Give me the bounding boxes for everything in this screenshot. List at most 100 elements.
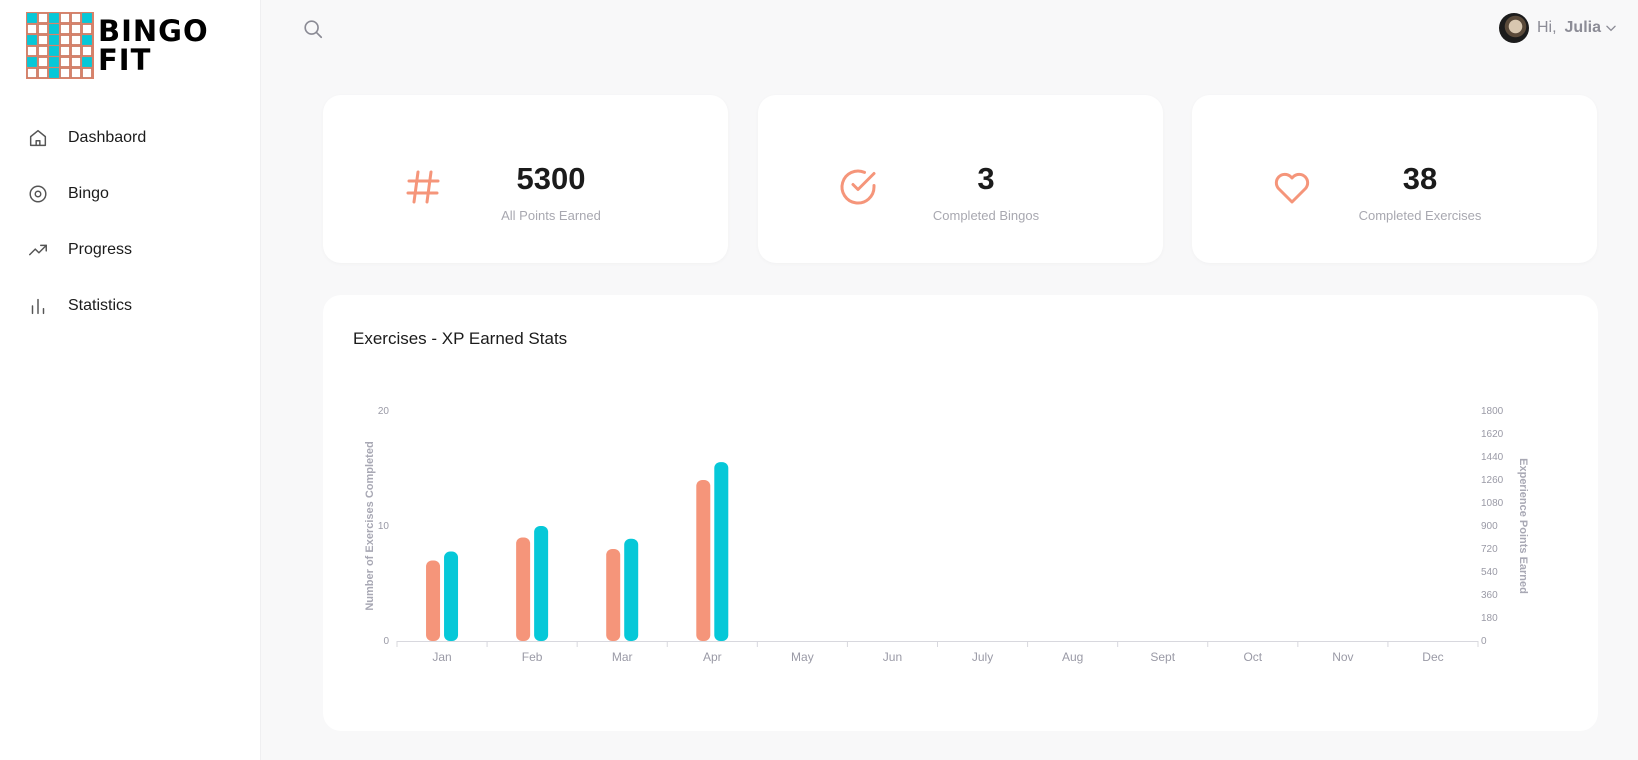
xp-bar[interactable] — [714, 462, 729, 641]
sidebar-item-dashboard[interactable]: Dashbaord — [0, 110, 261, 166]
logo-cell — [71, 13, 81, 23]
logo-cell — [82, 57, 92, 67]
logo-cell — [38, 24, 48, 34]
exercises-bar[interactable] — [696, 480, 711, 641]
logo-cell — [38, 35, 48, 45]
logo-text-line2: FIT — [98, 43, 152, 77]
logo-cell — [27, 24, 37, 34]
logo-cell — [49, 57, 59, 67]
user-name: Julia — [1564, 19, 1601, 36]
app-logo[interactable]: BINGO FIT — [26, 12, 226, 80]
logo-cell — [38, 13, 48, 23]
exercises-bar[interactable] — [606, 549, 621, 641]
stat-card-bingos: 3 Completed Bingos — [758, 95, 1163, 263]
x-tick-label: Dec — [1422, 650, 1443, 664]
target-icon — [29, 185, 47, 203]
stat-value: 3 — [977, 161, 995, 196]
logo-cell — [60, 46, 70, 56]
stat-label: All Points Earned — [501, 208, 601, 223]
sidebar-item-label: Progress — [68, 241, 133, 258]
logo-cell — [82, 35, 92, 45]
trending-up-icon — [29, 244, 47, 256]
logo-cell — [27, 46, 37, 56]
logo-cell — [82, 13, 92, 23]
sidebar-item-label: Bingo — [68, 185, 109, 202]
x-tick-label: Sept — [1150, 650, 1175, 664]
logo-cell — [49, 68, 59, 78]
chevron-down-icon — [1606, 25, 1616, 32]
logo-cell — [71, 35, 81, 45]
logo-cell — [60, 13, 70, 23]
stat-label: Completed Bingos — [932, 208, 1040, 223]
x-tick-label: July — [972, 650, 993, 664]
xp-bar-chart: Jan Feb Mar Apr May Jun July Aug Sept Oct Nov Dec 0 1… — [364, 406, 1529, 664]
logo-cell — [38, 46, 48, 56]
x-tick-label: Feb — [522, 650, 543, 664]
y-right-axis-title: Experience Points Earned — [1517, 458, 1529, 594]
x-tick-label: May — [791, 650, 814, 664]
sidebar-item-progress[interactable]: Progress — [0, 222, 261, 278]
user-menu[interactable]: Hi, Julia — [1498, 13, 1618, 43]
chart-title: Exercises - XP Earned Stats — [353, 329, 568, 348]
y-right-tick-label: 180 — [1481, 613, 1498, 624]
home-icon — [29, 129, 47, 147]
exercises-bar[interactable] — [516, 537, 531, 642]
stat-card-points: 5300 All Points Earned — [323, 95, 728, 263]
xp-bar[interactable] — [624, 538, 639, 641]
stat-card-exercises: 38 Completed Exercises — [1192, 95, 1597, 263]
logo-cell — [60, 35, 70, 45]
logo-cell — [71, 46, 81, 56]
y-right-tick-label: 1260 — [1481, 475, 1504, 486]
sidebar-item-label: Statistics — [68, 297, 133, 314]
sidebar: BINGO FIT Dashbaord Bingo Progress Stati… — [0, 0, 261, 760]
logo-cell — [38, 68, 48, 78]
logo-cell — [82, 68, 92, 78]
stat-value: 38 — [1402, 161, 1438, 196]
logo-cell — [82, 24, 92, 34]
sidebar-nav: Dashbaord Bingo Progress Statistics — [0, 110, 261, 334]
avatar — [1498, 13, 1529, 43]
logo-cell — [60, 68, 70, 78]
x-tick-label: Nov — [1332, 650, 1353, 664]
logo-grid-icon — [26, 12, 94, 79]
greeting: Hi, — [1536, 19, 1557, 36]
logo-cell — [49, 35, 59, 45]
logo-cell — [27, 68, 37, 78]
y-right-tick-label: 720 — [1481, 544, 1498, 555]
logo-cell — [71, 24, 81, 34]
y-right-tick-label: 900 — [1481, 521, 1498, 532]
stat-label: Completed Exercises — [1358, 208, 1482, 223]
sidebar-item-statistics[interactable]: Statistics — [0, 278, 261, 334]
y-right-tick-label: 1440 — [1481, 452, 1504, 463]
y-left-tick-label: 0 — [383, 636, 389, 647]
logo-cell — [49, 46, 59, 56]
sidebar-item-bingo[interactable]: Bingo — [0, 166, 261, 222]
heart-icon — [1274, 172, 1310, 204]
y-left-tick-label: 20 — [378, 406, 390, 417]
y-right-tick-label: 360 — [1481, 590, 1498, 601]
xp-bar[interactable] — [444, 551, 459, 641]
bar-chart-icon — [31, 298, 45, 315]
y-left-axis-title: Number of Exercises Completed — [364, 441, 376, 610]
x-tick-label: Oct — [1243, 650, 1262, 664]
sidebar-item-label: Dashbaord — [68, 129, 147, 146]
x-tick-label: Apr — [703, 650, 722, 664]
y-right-tick-label: 1080 — [1481, 498, 1504, 509]
logo-cell — [27, 13, 37, 23]
search-icon[interactable] — [302, 18, 324, 40]
x-tick-label: Mar — [612, 650, 633, 664]
xp-bar[interactable] — [534, 526, 549, 641]
logo-cell — [60, 24, 70, 34]
y-right-tick-label: 1620 — [1481, 429, 1504, 440]
y-left-tick-label: 10 — [378, 521, 390, 532]
x-tick-label: Jun — [883, 650, 902, 664]
logo-cell — [71, 68, 81, 78]
chart-panel: Jan Feb Mar Apr May Jun July Aug Sept Oct Nov Dec 0 1… — [323, 295, 1598, 731]
exercises-bar[interactable] — [426, 560, 441, 642]
logo-cell — [82, 46, 92, 56]
y-right-tick-label: 0 — [1481, 636, 1487, 647]
hash-icon — [406, 170, 440, 204]
y-right-tick-label: 1800 — [1481, 406, 1504, 417]
logo-text-line1: BINGO — [98, 14, 209, 48]
logo-cell — [49, 13, 59, 23]
